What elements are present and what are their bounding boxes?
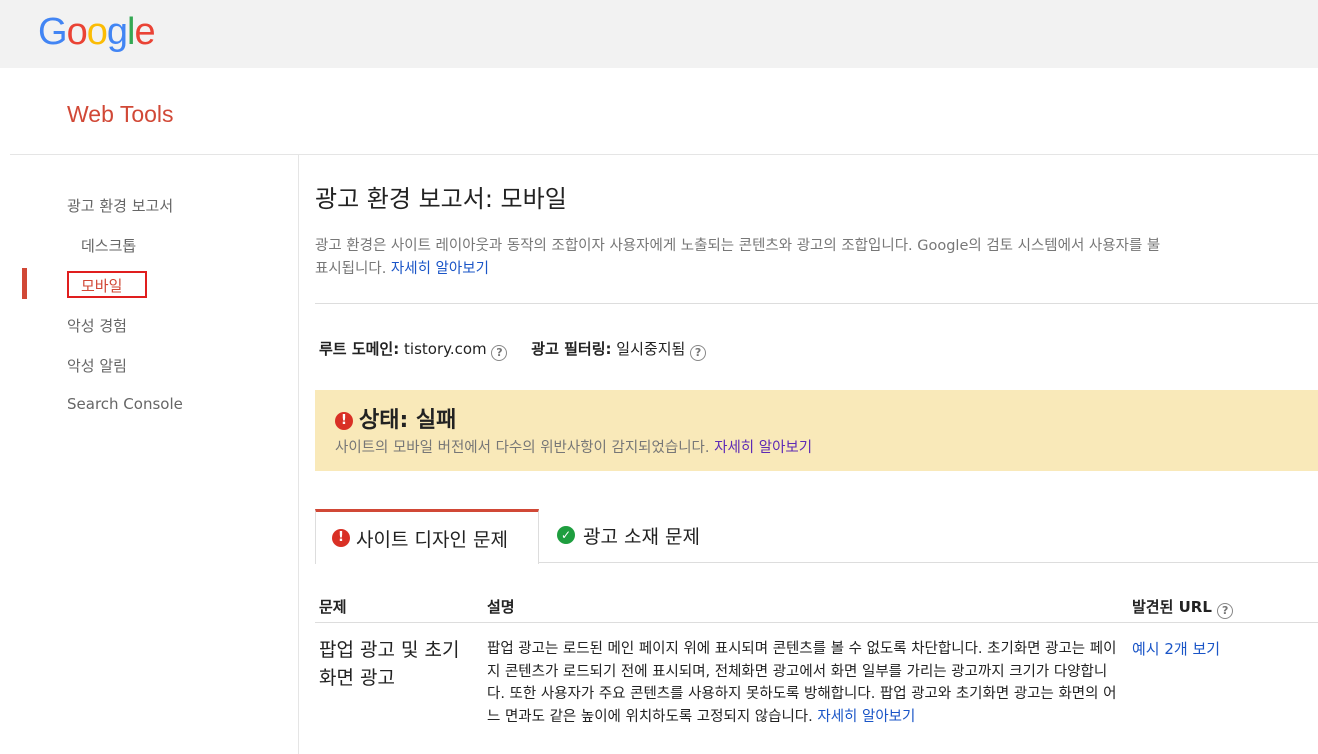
logo-letter: g (106, 11, 128, 53)
column-header-urls-text: 발견된 URL (1132, 598, 1212, 616)
status-banner: ! 상태: 실패 사이트의 모바일 버전에서 다수의 위반사항이 감지되었습니다.… (315, 390, 1318, 471)
check-icon: ✓ (557, 526, 575, 544)
tab-label: 사이트 디자인 문제 (356, 529, 508, 551)
url-cell: 예시 2개 보기 (1132, 638, 1220, 659)
status-description-text: 사이트의 모바일 버전에서 다수의 위반사항이 감지되었습니다. (335, 440, 710, 456)
logo-letter: o (86, 11, 108, 53)
sidebar-item-abusive-notifications[interactable]: 악성 알림 (67, 355, 127, 376)
help-icon[interactable]: ? (690, 345, 707, 361)
logo-letter: e (134, 11, 155, 53)
status-title-text: 상태: 실패 (359, 408, 457, 433)
table-header-divider (315, 622, 1318, 623)
description-cell: 팝업 광고는 로드된 메인 페이지 위에 표시되며 콘텐츠를 볼 수 없도록 차… (487, 638, 1117, 728)
status-description: 사이트의 모바일 버전에서 다수의 위반사항이 감지되었습니다. 자세히 알아보… (335, 436, 812, 457)
column-header-problem: 문제 (319, 598, 347, 616)
sidebar-item-desktop[interactable]: 데스크톱 (81, 235, 136, 256)
ad-filter-value: 일시중지됨 (616, 340, 686, 358)
status-learn-more-link[interactable]: 자세히 알아보기 (714, 440, 812, 456)
intro-learn-more-link[interactable]: 자세히 알아보기 (391, 261, 489, 277)
ad-filter-label: 광고 필터링: (531, 340, 612, 358)
intro-line-2: 표시됩니다. 자세히 알아보기 (315, 258, 1318, 281)
root-domain-value: tistory.com (404, 340, 487, 358)
tab-ad-creative-issues[interactable]: ✓ 광고 소재 문제 (539, 509, 739, 562)
top-bar: Google (0, 0, 1318, 68)
section-divider (315, 303, 1318, 304)
site-meta: 루트 도메인: tistory.com ? 광고 필터링: 일시중지됨 ? (319, 338, 707, 361)
header-divider (10, 154, 1318, 155)
problem-cell: 팝업 광고 및 초기화면 광고 (319, 639, 460, 689)
logo-letter: G (38, 11, 68, 53)
sidebar-item-mobile[interactable]: 모바일 (81, 275, 122, 296)
view-examples-link[interactable]: 예시 2개 보기 (1132, 640, 1220, 658)
logo-letter: l (126, 11, 136, 53)
page-title: 광고 환경 보고서: 모바일 (315, 185, 567, 213)
help-icon[interactable]: ? (491, 345, 508, 361)
status-title: ! 상태: 실패 (335, 402, 456, 434)
root-domain-label: 루트 도메인: (319, 340, 400, 358)
help-icon[interactable]: ? (1217, 603, 1234, 619)
error-icon: ! (332, 529, 350, 547)
sidebar-item-search-console[interactable]: Search Console (67, 395, 183, 413)
active-indicator (22, 268, 27, 299)
sidebar-divider (298, 155, 299, 754)
sidebar-item-ad-experience-report[interactable]: 광고 환경 보고서 (67, 195, 173, 216)
web-tools-title[interactable]: Web Tools (67, 101, 174, 128)
intro-line-1: 광고 환경은 사이트 레이아웃과 동작의 조합이자 사용자에게 노출되는 콘텐츠… (315, 238, 1161, 254)
tab-label: 광고 소재 문제 (583, 526, 700, 548)
description-text: 팝업 광고는 로드된 메인 페이지 위에 표시되며 콘텐츠를 볼 수 없도록 차… (487, 641, 1117, 725)
intro-text: 광고 환경은 사이트 레이아웃과 동작의 조합이자 사용자에게 노출되는 콘텐츠… (315, 235, 1318, 281)
sidebar-item-abusive-experience[interactable]: 악성 경험 (67, 315, 127, 336)
description-learn-more-link[interactable]: 자세히 알아보기 (817, 709, 915, 725)
tab-site-design-issues[interactable]: ! 사이트 디자인 문제 (315, 509, 539, 564)
error-icon: ! (335, 412, 353, 430)
google-logo[interactable]: Google (38, 10, 156, 54)
column-header-urls: 발견된 URL ? (1132, 596, 1234, 619)
intro-line-2-text: 표시됩니다. (315, 261, 387, 277)
column-header-description: 설명 (487, 598, 515, 616)
logo-letter: o (66, 11, 88, 53)
